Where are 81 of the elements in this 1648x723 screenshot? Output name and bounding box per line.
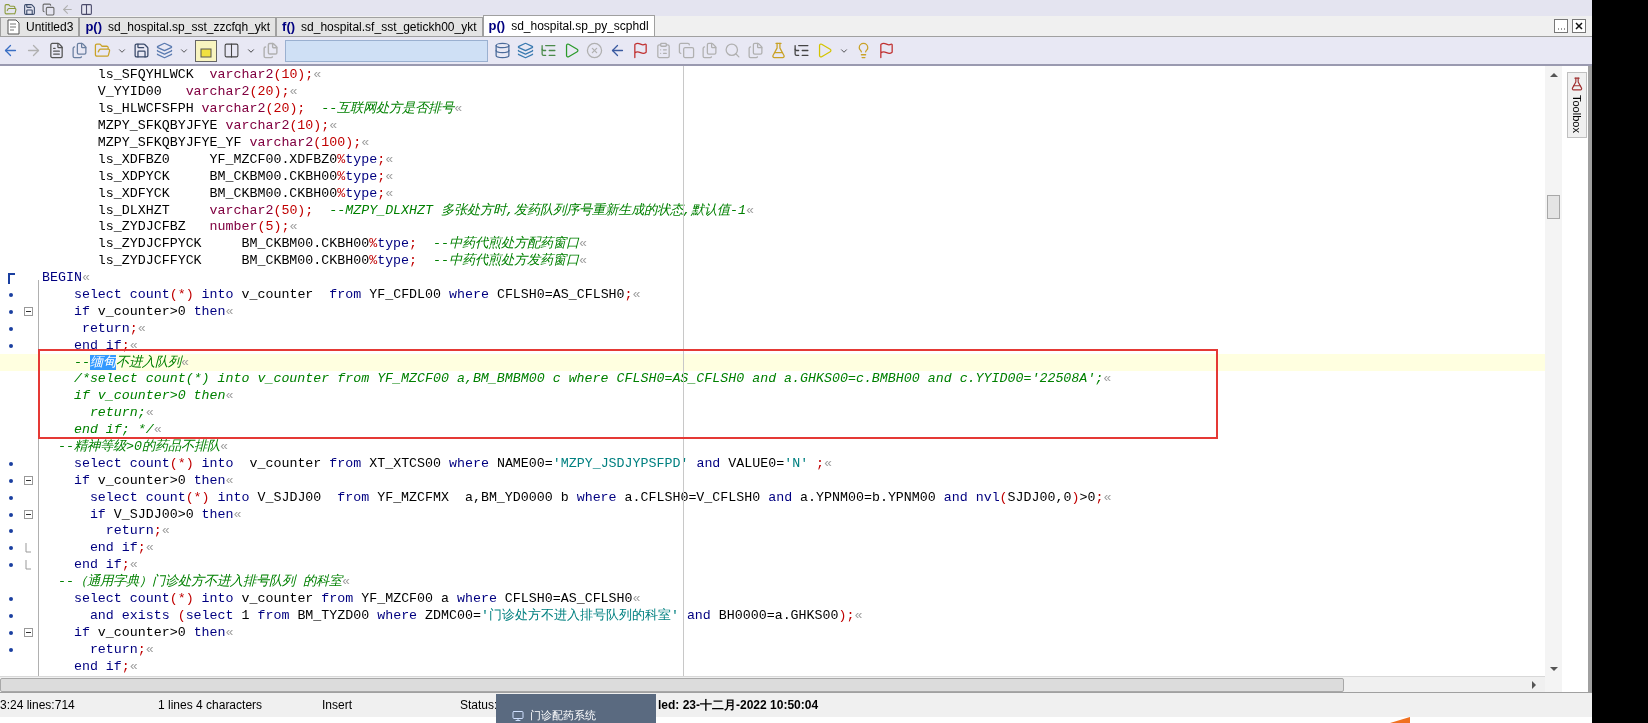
sql-file-icon (6, 19, 20, 35)
cursor-position: 3:24 lines:714 (0, 697, 76, 714)
code-line: ls_ZYDJCFPYCK BM_CKBM00.CKBH00%type; --中药代煎处方配药窗口« (96, 236, 587, 253)
code-line: MZPY_SFKQBYJFYE varchar2(10);« (96, 118, 338, 135)
restore-button[interactable] (1554, 19, 1568, 33)
object-combo-field[interactable] (285, 39, 488, 62)
code-line: ls_ZYDJCFBZ number(5);« (96, 219, 298, 236)
code-line: end if;« (88, 540, 154, 557)
editor-tab[interactable]: Untitled3 (0, 17, 80, 36)
database-icon[interactable] (494, 42, 511, 59)
code-line: ls_HLWCFSFPH varchar2(20); --互联网处方是否排号« (96, 101, 463, 118)
toolbox-tab[interactable]: Toolbox (1567, 72, 1587, 138)
split-icon[interactable] (223, 42, 240, 59)
horizontal-scrollbar[interactable] (0, 676, 1545, 692)
play-icon[interactable] (563, 42, 580, 59)
code-line: end if;« (72, 658, 138, 675)
text-mode-toggle[interactable] (195, 39, 217, 62)
code-line: V_YYID00 varchar2(20);« (96, 84, 298, 101)
code-line: if v_counter>0 then« (72, 624, 234, 641)
scroll-right-icon[interactable] (1531, 680, 1537, 689)
fold-toggle-icon[interactable] (23, 628, 33, 638)
code-line: ls_XDFYCK BM_CKBM00.CKBH00%type;« (96, 185, 394, 202)
scroll-up-icon[interactable] (1549, 72, 1558, 77)
vertical-scrollbar[interactable] (1545, 66, 1562, 692)
code-line: /*select count(*) into v_counter from YF_MZCF00 a,BM_BMBM00 c where CFLSH0=AS_CFLSH0 and a.GHKS00=c.BMBH00 and c.YYID00='22508A';« (72, 371, 1112, 388)
code-line: ls_SFQYHLWCK varchar2(10);« (96, 67, 322, 84)
new-file-icon[interactable] (48, 42, 65, 59)
code-line: end if; */« (72, 422, 162, 439)
layers-icon[interactable] (517, 42, 534, 59)
flag-icon[interactable] (878, 42, 895, 59)
procedure-icon: p() (488, 16, 506, 36)
editor-tab[interactable]: p() sd_hospital.sp_py_scphdl (482, 15, 655, 36)
code-line: BEGIN« (41, 270, 90, 287)
scroll-down-icon[interactable] (1549, 667, 1558, 672)
app-icon (512, 710, 524, 722)
procedure-icon: f() (282, 17, 296, 37)
save-icon[interactable] (133, 42, 150, 59)
status-label: Status: (460, 697, 496, 714)
code-line: ls_XDPYCK BM_CKBM00.CKBH00%type;« (96, 168, 394, 185)
folder-icon[interactable] (4, 3, 17, 16)
status-text: led: 23-十二月-2022 10:50:04 (658, 697, 819, 714)
save-icon[interactable] (23, 3, 36, 16)
code-line: select count(*) into v_counter from YF_MZCF00 a where CFLSH0=AS_CFLSH0« (72, 591, 641, 608)
code-line: and exists (select 1 from BM_TYZD00 where ZDMC00='门诊处方不进入排号队列的科室' and BH0000=a.GHKS00);« (88, 607, 863, 624)
editor-tab[interactable]: f() sd_hospital.sf_sst_getickh00_ykt (276, 17, 483, 36)
close-button[interactable] (1572, 19, 1586, 33)
fold-toggle-icon[interactable] (23, 510, 33, 520)
code-line: return;« (80, 320, 146, 337)
layers-icon[interactable] (156, 42, 173, 59)
code-line: select count(*) into V_SJDJ00 from YF_MZCFMX a,BM_YD0000 b where a.CFLSH0=V_CFLSH0 and a.YPNM00=b.YPNM00 and nvl(SJDJ00,0)>0;« (88, 489, 1112, 506)
editor-tab[interactable]: p() sd_hospital.sp_sst_zzcfqh_ykt (79, 17, 277, 36)
taskbar-preview-popup[interactable]: 门诊配药系统 (496, 694, 656, 723)
scrollbar-thumb[interactable] (0, 677, 1344, 692)
code-line: ls_DLXHZT varchar2(50); --MZPY_DLXHZT 多张处方时,发药队列序号重新生成的状态,默认值-1« (96, 202, 754, 219)
window-icon[interactable] (80, 3, 93, 16)
procedure-icon: p() (85, 17, 102, 37)
code-line: if v_counter>0 then« (72, 388, 234, 405)
code-line: end if;« (72, 557, 138, 574)
scrollbar-thumb[interactable] (1547, 195, 1560, 219)
close-icon (1575, 22, 1583, 30)
arrow-icon[interactable] (609, 42, 626, 59)
flag-icon[interactable] (632, 42, 649, 59)
code-line: return;« (88, 405, 154, 422)
fold-toggle-icon[interactable] (23, 476, 33, 486)
code-line: if v_counter>0 then« (72, 303, 234, 320)
code-line: return;« (88, 641, 154, 658)
code-line: MZPY_SFKQBYJFYE_YF varchar2(100);« (96, 135, 370, 151)
code-line: return;« (104, 523, 170, 540)
code-line: select count(*) into v_counter from XT_XTCS00 where NAME00='MZPY_JSDJYPSFPD' and VALUE0='N' ;« (72, 455, 833, 472)
code-line: ls_XDFBZ0 YF_MZCF00.XDFBZ0%type;« (96, 151, 394, 168)
code-line: --（通用字典）门诊处方不进入排号队列 的科室« (56, 574, 350, 591)
code-line: --精神等级>0的药品不排队« (56, 439, 228, 456)
code-line: select count(*) into v_counter from YF_CFDL00 where CFLSH0=AS_CFLSH0;« (72, 287, 641, 303)
code-line: ls_ZYDJCFFYCK BM_CKBM00.CKBH00%type; --中药代煎处方发药窗口« (96, 253, 587, 270)
selection-info: 1 lines 4 characters (158, 697, 264, 714)
files-icon[interactable] (71, 42, 88, 59)
code-line: if v_counter>0 then« (72, 472, 234, 489)
code-line: if V_SJDJ00>0 then« (88, 506, 242, 523)
arrow-icon (1390, 717, 1410, 723)
edit-mode: Insert (322, 697, 353, 714)
fold-toggle-icon[interactable] (23, 307, 33, 317)
